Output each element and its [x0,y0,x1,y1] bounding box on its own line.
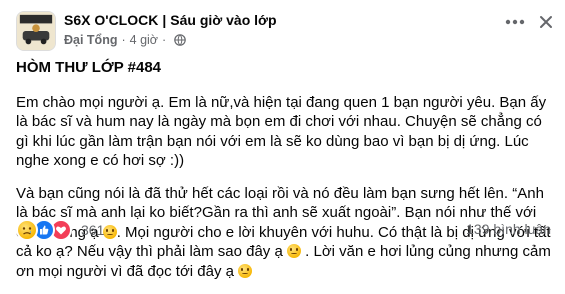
subgroup-name-link[interactable]: Sáu giờ vào lớp [170,12,276,28]
group-avatar[interactable] [16,11,56,51]
group-title-line: S6X O'CLOCK | Sáu giờ vào lớp [64,12,277,28]
post-paragraph: Em chào mọi người ạ. Em là nữ,và hiện tạ… [16,93,547,170]
sad-reaction-icon [16,219,38,241]
close-icon[interactable] [538,14,554,30]
post-footer: 361 139 bình luận [0,216,565,244]
post-title: HÒM THƯ LỚP #484 [16,59,161,76]
post-time-link[interactable]: 4 giờ [130,33,158,47]
post-meta: Đại Tổng · 4 giờ · [64,33,186,47]
group-name-link[interactable]: S6X O'CLOCK [64,12,158,28]
more-options-icon[interactable] [504,17,526,27]
post-body: HÒM THƯ LỚP #484 Em chào mọi người ạ. Em… [16,58,556,294]
author-link[interactable]: Đại Tổng [64,33,117,47]
post-header: S6X O'CLOCK | Sáu giờ vào lớp Đại Tổng · 4… [0,0,565,52]
sad-face-emoji [238,263,253,278]
meta-dot: · [162,33,167,47]
meta-dot: · [121,33,126,47]
title-separator: | [162,12,167,28]
reaction-count: 361 [81,222,105,238]
comment-count-link[interactable]: 139 bình luận [466,221,551,237]
reactions-summary[interactable]: 361 [16,219,105,241]
globe-icon[interactable] [174,34,186,46]
sad-face-emoji [287,244,301,258]
